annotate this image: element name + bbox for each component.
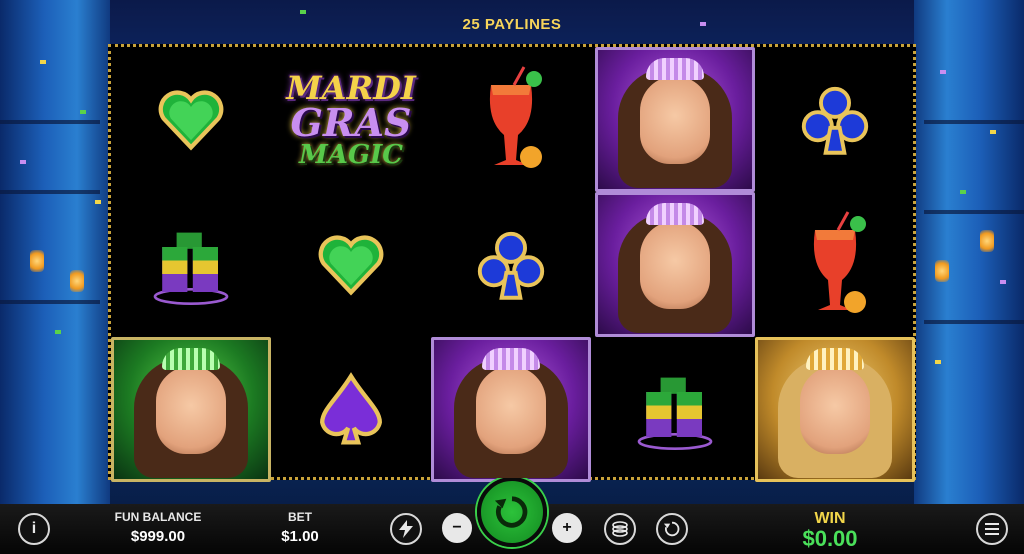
fun-balance-value: $999.00	[130, 528, 186, 545]
autoplay-icon	[663, 521, 680, 537]
symbol-purple-lady	[431, 337, 591, 482]
plus-icon: +	[562, 519, 572, 536]
symbol-blue-club	[431, 192, 591, 337]
coin-stack-icon	[612, 521, 628, 537]
symbol-blue-club	[755, 47, 915, 192]
gold-masquerade-lady-icon	[778, 347, 892, 478]
mardi-gras-shots-icon	[153, 232, 229, 305]
symbol-green-heart	[111, 47, 271, 192]
lightning-icon	[399, 520, 413, 538]
decrease-bet-button[interactable]: −	[442, 513, 472, 543]
green-masquerade-lady-icon	[134, 347, 248, 478]
purple-masquerade-lady-icon	[454, 347, 568, 478]
green-heart-gem-icon	[158, 89, 224, 150]
symbol-cocktail	[755, 192, 915, 337]
autoplay-button[interactable]	[656, 513, 688, 545]
logo-line-magic: MAGIC	[298, 139, 403, 170]
paylines-title: 25 PAYLINES	[462, 16, 562, 33]
coins-button[interactable]	[604, 513, 636, 545]
info-icon: i	[31, 520, 37, 537]
symbol-gold-lady	[755, 337, 915, 482]
right-street-scenery	[914, 0, 1024, 504]
hurricane-cocktail-icon	[489, 65, 542, 168]
blue-club-gem-icon	[801, 86, 869, 155]
symbol-shots	[111, 192, 271, 337]
minus-icon: −	[452, 519, 462, 536]
purple-masquerade-lady-icon	[618, 57, 732, 188]
menu-icon	[985, 523, 999, 535]
menu-button[interactable]	[976, 513, 1008, 545]
green-heart-gem-icon	[318, 234, 384, 295]
purple-masquerade-lady-icon	[618, 202, 732, 333]
turbo-button[interactable]	[390, 513, 422, 545]
symbol-purple-lady	[595, 192, 755, 337]
blue-club-gem-icon	[477, 231, 545, 300]
mardi-gras-shots-icon	[637, 377, 713, 450]
fun-balance-label: FUN BALANCE	[114, 510, 202, 524]
symbol-purple-lady	[595, 47, 755, 192]
spin-button[interactable]	[477, 477, 547, 547]
info-button[interactable]: i	[18, 513, 50, 545]
game-logo: MARDI GRAS MAGIC	[271, 47, 431, 192]
bet-label: BET	[288, 510, 312, 524]
symbol-green-heart	[271, 192, 431, 337]
logo-line-mardi: MARDI	[286, 68, 416, 107]
purple-spade-gem-icon	[320, 371, 382, 445]
symbol-cocktail	[431, 47, 591, 192]
bet-value: $1.00	[281, 528, 319, 545]
logo-line-gras: GRAS	[290, 99, 412, 145]
increase-bet-button[interactable]: +	[552, 513, 582, 543]
symbol-green-lady	[111, 337, 271, 482]
left-street-scenery	[0, 0, 110, 504]
reel-grid: MARDI GRAS MAGIC	[108, 44, 916, 482]
symbol-purple-spade	[271, 337, 431, 482]
hurricane-cocktail-icon	[813, 210, 866, 313]
win-value: $0.00	[802, 526, 858, 551]
spin-arrow-icon	[494, 496, 528, 528]
symbol-shots	[595, 337, 755, 482]
